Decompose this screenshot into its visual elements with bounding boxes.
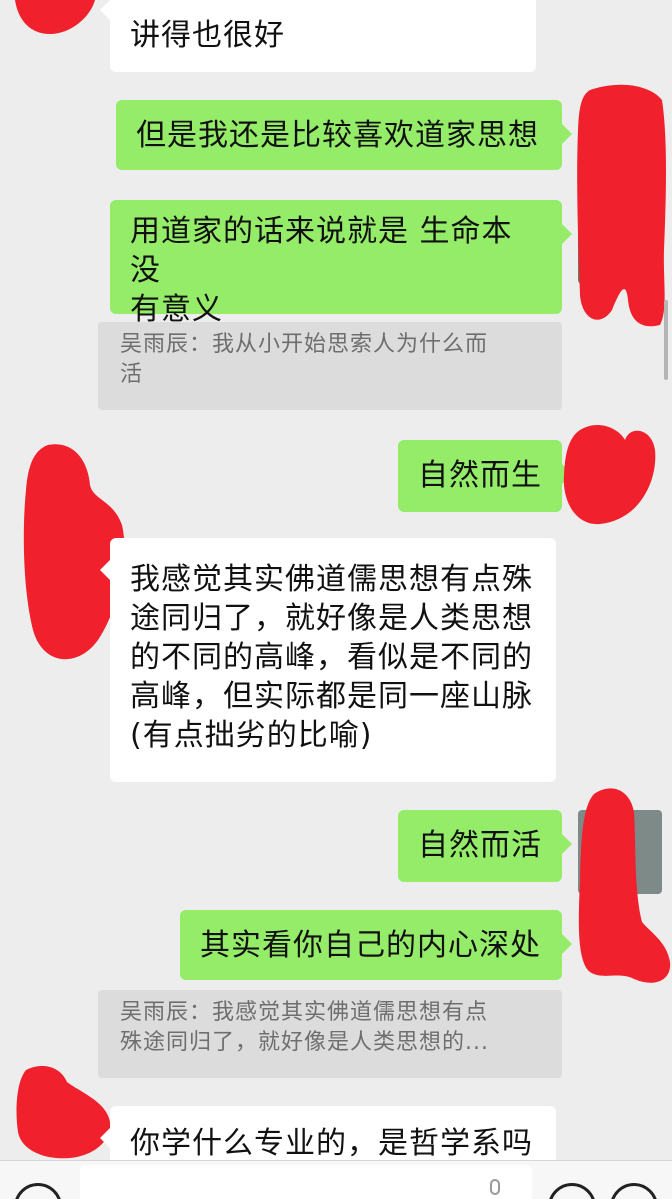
plus-icon[interactable] — [610, 1183, 658, 1199]
quote-line: 殊途同归了，就好像是人类思想的... — [120, 1030, 489, 1055]
message-bubble-left[interactable]: 你学什么专业的，是哲学系吗 — [100, 1106, 556, 1160]
message-line: 途同归了，就好像是人类思想 — [130, 601, 533, 636]
quote-line: 吴雨辰：我感觉其实佛道儒思想有点 — [120, 1000, 489, 1025]
message-bubble-right[interactable]: 用道家的话来说就是 生命本没 有意义 — [110, 200, 572, 327]
quote-line: 吴雨辰：我从小开始思索人为什么而 — [120, 332, 489, 357]
message-bubble-right[interactable]: 自然而活 — [398, 810, 572, 882]
redaction-mark — [578, 788, 671, 983]
message-input[interactable] — [80, 1165, 532, 1199]
message-bubble-right[interactable]: 自然而生 — [398, 440, 572, 512]
message-bubble-right[interactable]: 但是我还是比较喜欢道家思想 — [116, 100, 572, 170]
message-line: 其实看你自己的内心深处 — [200, 928, 541, 963]
message-line: 讲得也很好 — [130, 18, 285, 53]
message-line: 自然而活 — [418, 828, 542, 863]
message-bubble-left[interactable]: 讲得也很好 — [100, 0, 536, 72]
message-line: 高峰，但实际都是同一座山脉 — [130, 679, 533, 714]
message-line: 的不同的高峰，看似是不同的 — [130, 640, 533, 675]
chat-area[interactable]: 讲得也很好 但是我还是比较喜欢道家思想 用道家的话来说就是 生命本没 有意义 吴… — [0, 0, 672, 1160]
input-bar — [0, 1160, 672, 1199]
redaction-mark — [16, 1066, 111, 1159]
message-line: 你学什么专业的，是哲学系吗 — [130, 1126, 533, 1160]
emoji-icon[interactable] — [548, 1183, 596, 1199]
message-bubble-right[interactable]: 其实看你自己的内心深处 — [180, 910, 572, 980]
message-line: (有点拙劣的比喻) — [130, 718, 373, 753]
voice-icon[interactable] — [14, 1183, 62, 1199]
quoted-message[interactable]: 吴雨辰：我从小开始思索人为什么而 活 — [98, 322, 562, 410]
message-bubble-left[interactable]: 我感觉其实佛道儒思想有点殊 途同归了，就好像是人类思想 的不同的高峰，看似是不同… — [100, 538, 556, 782]
redaction-mark — [577, 84, 666, 327]
redaction-mark — [563, 424, 656, 525]
message-line: 用道家的话来说就是 生命本没 — [130, 214, 513, 288]
quoted-message[interactable]: 吴雨辰：我感觉其实佛道儒思想有点 殊途同归了，就好像是人类思想的... — [98, 990, 562, 1078]
redaction-mark — [15, 0, 95, 34]
message-line: 但是我还是比较喜欢道家思想 — [136, 118, 539, 153]
message-line: 我感觉其实佛道儒思想有点殊 — [130, 562, 533, 597]
message-line: 自然而生 — [418, 458, 542, 493]
mic-icon — [490, 1179, 500, 1195]
scrollbar[interactable] — [664, 300, 668, 380]
quote-line: 活 — [120, 362, 144, 387]
